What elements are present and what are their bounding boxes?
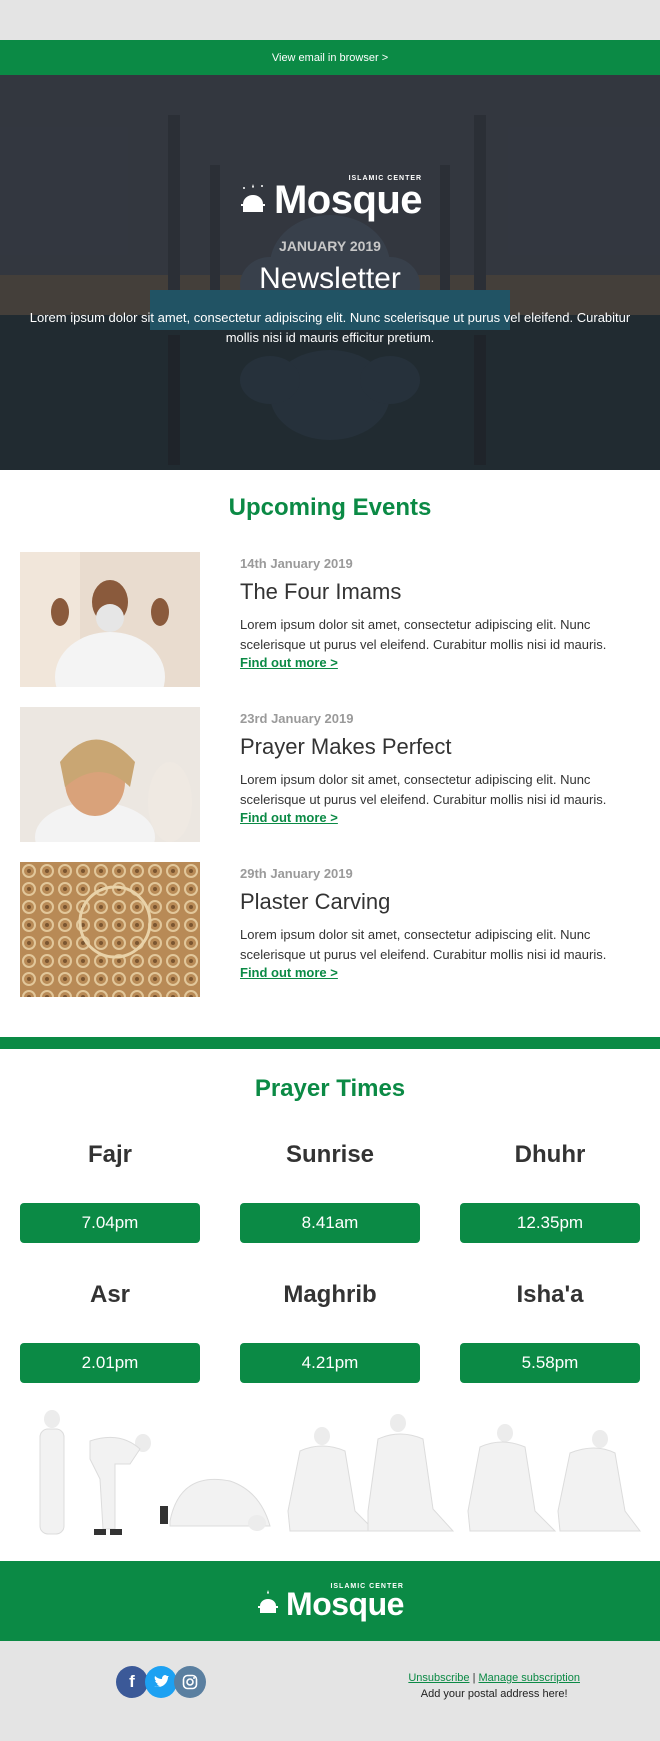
event-item: 29th January 2019 Plaster Carving Lorem … <box>20 862 640 997</box>
event-image-boy <box>20 707 200 842</box>
event-item: 23rd January 2019 Prayer Makes Perfect L… <box>20 707 640 842</box>
section-divider <box>0 1037 660 1049</box>
twitter-icon[interactable] <box>145 1666 177 1698</box>
event-description: Lorem ipsum dolor sit amet, consectetur … <box>240 772 607 807</box>
footer-mosque-logo: ISLAMIC CENTER Mosque <box>256 1583 404 1620</box>
instagram-icon[interactable] <box>174 1666 206 1698</box>
prayer-name: Sunrise <box>285 1141 375 1168</box>
view-in-browser-link[interactable]: View email in browser > <box>272 52 388 64</box>
logo-title: Mosque <box>286 1585 404 1622</box>
top-spacer <box>0 0 660 40</box>
event-date: 29th January 2019 <box>240 866 353 881</box>
prayer-time-button[interactable]: 2.01pm <box>20 1343 200 1383</box>
hero-banner: ISLAMIC CENTER Mosque JANUARY 2019 Newsl… <box>0 75 660 470</box>
event-date: 14th January 2019 <box>240 556 353 571</box>
facebook-icon[interactable]: f <box>116 1666 148 1698</box>
event-image-plaster <box>20 862 200 997</box>
prayer-time-button[interactable]: 8.41am <box>240 1203 420 1243</box>
event-date: 23rd January 2019 <box>240 711 354 726</box>
prayer-name: Fajr <box>87 1141 132 1168</box>
mosque-logo-icon <box>258 1590 279 1613</box>
prayer-item-ishaa: Isha'a 5.58pm <box>460 1243 640 1383</box>
mosque-logo-icon <box>240 183 265 212</box>
event-item: 14th January 2019 The Four Imams Lorem i… <box>20 552 640 687</box>
prayer-times-grid: Fajr 7.04pm Sunrise 8.41am Dhuhr 12.35pm… <box>20 1103 640 1383</box>
social-links: f <box>116 1666 206 1698</box>
prayer-item-fajr: Fajr 7.04pm <box>20 1103 200 1243</box>
postal-address: Add your postal address here! <box>420 1688 568 1700</box>
prayer-time-button[interactable]: 5.58pm <box>460 1343 640 1383</box>
prayer-name: Isha'a <box>516 1281 584 1308</box>
event-description: Lorem ipsum dolor sit amet, consectetur … <box>240 617 607 652</box>
find-out-more-link[interactable]: Find out more > <box>240 810 640 825</box>
events-title: Upcoming Events <box>228 494 432 521</box>
prayer-times-title: Prayer Times <box>254 1075 406 1102</box>
prayer-positions-image <box>0 1401 660 1551</box>
prayer-time-button[interactable]: 12.35pm <box>460 1203 640 1243</box>
footer: f Unsubscribe | Manage subscription Add … <box>0 1641 660 1731</box>
footer-links: Unsubscribe | Manage subscription Add yo… <box>408 1672 580 1700</box>
unsubscribe-link[interactable]: Unsubscribe <box>408 1672 469 1684</box>
prayer-time-button[interactable]: 4.21pm <box>240 1343 420 1383</box>
prayer-name: Asr <box>89 1281 131 1308</box>
prayer-item-sunrise: Sunrise 8.41am <box>240 1103 420 1243</box>
manage-subscription-link[interactable]: Manage subscription <box>478 1672 580 1684</box>
event-title: Prayer Makes Perfect <box>240 734 452 759</box>
prayer-name: Maghrib <box>283 1281 377 1308</box>
event-description: Lorem ipsum dolor sit amet, consectetur … <box>240 927 607 962</box>
prayer-item-asr: Asr 2.01pm <box>20 1243 200 1383</box>
hero-content: ISLAMIC CENTER Mosque JANUARY 2019 Newsl… <box>0 175 660 348</box>
event-title: Plaster Carving <box>240 889 391 914</box>
event-image-imam <box>20 552 200 687</box>
footer-logo-bar: ISLAMIC CENTER Mosque <box>0 1561 660 1641</box>
logo-title: Mosque <box>273 178 423 222</box>
prayer-time-button[interactable]: 7.04pm <box>20 1203 200 1243</box>
link-separator: | <box>472 1672 476 1684</box>
prayer-name: Dhuhr <box>514 1141 586 1168</box>
mosque-logo: ISLAMIC CENTER Mosque <box>0 175 660 220</box>
prayer-item-maghrib: Maghrib 4.21pm <box>240 1243 420 1383</box>
view-in-browser-bar: View email in browser > <box>0 40 660 75</box>
upcoming-events-section: Upcoming Events 14th January 2019 The Fo… <box>0 470 660 1037</box>
find-out-more-link[interactable]: Find out more > <box>240 655 640 670</box>
prayer-item-dhuhr: Dhuhr 12.35pm <box>460 1103 640 1243</box>
event-title: The Four Imams <box>240 579 402 604</box>
hero-title: Newsletter <box>259 262 401 295</box>
hero-description: Lorem ipsum dolor sit amet, consectetur … <box>29 310 631 345</box>
hero-date: JANUARY 2019 <box>279 238 381 254</box>
prayer-times-section: Prayer Times Fajr 7.04pm Sunrise 8.41am … <box>0 1049 660 1561</box>
find-out-more-link[interactable]: Find out more > <box>240 965 640 980</box>
